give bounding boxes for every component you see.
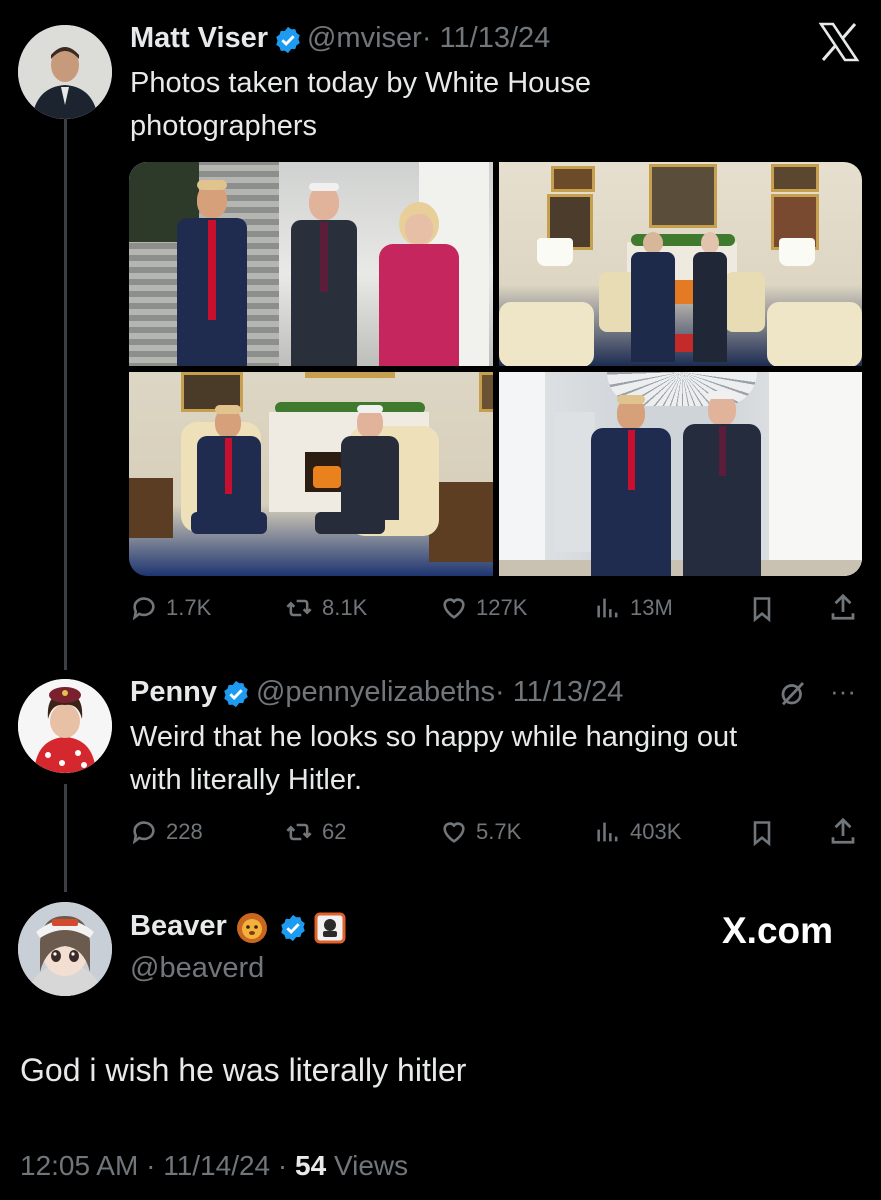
author-handle[interactable]: @mviser — [307, 22, 422, 54]
tweet-time[interactable]: 12:05 AM — [20, 1150, 138, 1181]
share-icon — [831, 593, 855, 620]
views-count: 54 — [295, 1150, 327, 1181]
tweet-date[interactable]: · 11/14/24 · — [146, 1150, 287, 1181]
thread-line — [64, 784, 67, 892]
views-button[interactable]: 13M — [594, 594, 673, 622]
repost-button[interactable]: 62 — [284, 818, 346, 846]
reply-button[interactable]: 1.7K — [130, 594, 211, 622]
repost-icon — [286, 823, 312, 841]
views-label: Views — [333, 1150, 409, 1181]
analytics-icon — [597, 598, 618, 618]
reply-icon — [132, 821, 155, 845]
repost-icon — [286, 599, 312, 617]
x-logo-icon[interactable] — [818, 22, 860, 67]
views-count: 403K — [630, 819, 682, 844]
views-button[interactable]: 403K — [594, 818, 681, 846]
avatar-matt-viser[interactable] — [18, 25, 112, 119]
reply-icon — [132, 597, 155, 621]
like-button[interactable]: 127K — [440, 594, 527, 622]
reply-button[interactable]: 228 — [130, 818, 203, 846]
media-grid[interactable] — [129, 162, 862, 576]
verified-badge-icon — [278, 913, 308, 948]
repost-button[interactable]: 8.1K — [284, 594, 367, 622]
bookmark-button[interactable] — [748, 594, 776, 624]
author-name[interactable]: Penny — [130, 676, 217, 708]
photo-walking-colonnade[interactable] — [498, 372, 862, 576]
tweet3-header: Beaver — [130, 910, 346, 949]
photo-seated-fireplace[interactable] — [129, 372, 493, 576]
grok-icon[interactable] — [778, 678, 808, 713]
author-name[interactable]: Beaver — [130, 910, 227, 942]
share-icon — [831, 817, 855, 844]
avatar-penny[interactable] — [18, 679, 112, 773]
tweet3-meta: 12:05 AM · 11/14/24 · 54 Views — [20, 1150, 408, 1182]
tweet1-header: Matt Viser @mviser· 11/13/24 — [130, 22, 550, 60]
like-count: 5.7K — [476, 819, 522, 844]
heart-icon — [443, 822, 465, 843]
photo-outdoor-portico[interactable] — [129, 162, 493, 366]
tweet2-text: Weird that he looks so happy while hangi… — [130, 721, 738, 796]
bookmark-icon — [753, 821, 771, 847]
share-button[interactable] — [828, 592, 858, 622]
verified-badge-icon — [221, 679, 251, 714]
like-count: 127K — [476, 595, 528, 620]
tweet2-header: Penny @pennyelizabeths· 11/13/24 — [130, 676, 623, 714]
author-handle[interactable]: @pennyelizabeths — [256, 676, 495, 708]
more-options-icon[interactable]: ··· — [830, 676, 856, 707]
repost-count: 62 — [322, 819, 347, 844]
photo-oval-office-fireplace[interactable] — [498, 162, 862, 366]
avatar-image — [18, 25, 112, 119]
avatar-image — [18, 679, 112, 773]
tweet-date[interactable]: · 11/13/24 — [495, 676, 623, 708]
tweet-date[interactable]: · 11/13/24 — [422, 22, 550, 54]
verified-badge-icon — [273, 25, 303, 60]
reply-count: 228 — [166, 819, 203, 844]
author-name[interactable]: Matt Viser — [130, 22, 268, 54]
heart-icon — [443, 598, 465, 619]
repost-count: 8.1K — [322, 595, 368, 620]
lion-emoji-icon — [235, 912, 269, 949]
avatar-image — [18, 902, 112, 996]
affiliate-badge-icon — [314, 912, 346, 949]
tweet3-text: God i wish he was literally hitler — [20, 1052, 467, 1088]
reply-count: 1.7K — [166, 595, 212, 620]
tweet1-text: Photos taken today by White House photog… — [130, 67, 592, 142]
watermark: X.com — [722, 910, 834, 951]
bookmark-icon — [753, 597, 771, 623]
like-button[interactable]: 5.7K — [440, 818, 521, 846]
bookmark-button[interactable] — [748, 818, 776, 848]
views-count: 13M — [630, 595, 673, 620]
analytics-icon — [597, 822, 618, 842]
author-handle[interactable]: @beaverd — [130, 952, 264, 985]
share-button[interactable] — [828, 816, 858, 846]
avatar-beaver[interactable] — [18, 902, 112, 996]
thread-line — [64, 118, 67, 670]
